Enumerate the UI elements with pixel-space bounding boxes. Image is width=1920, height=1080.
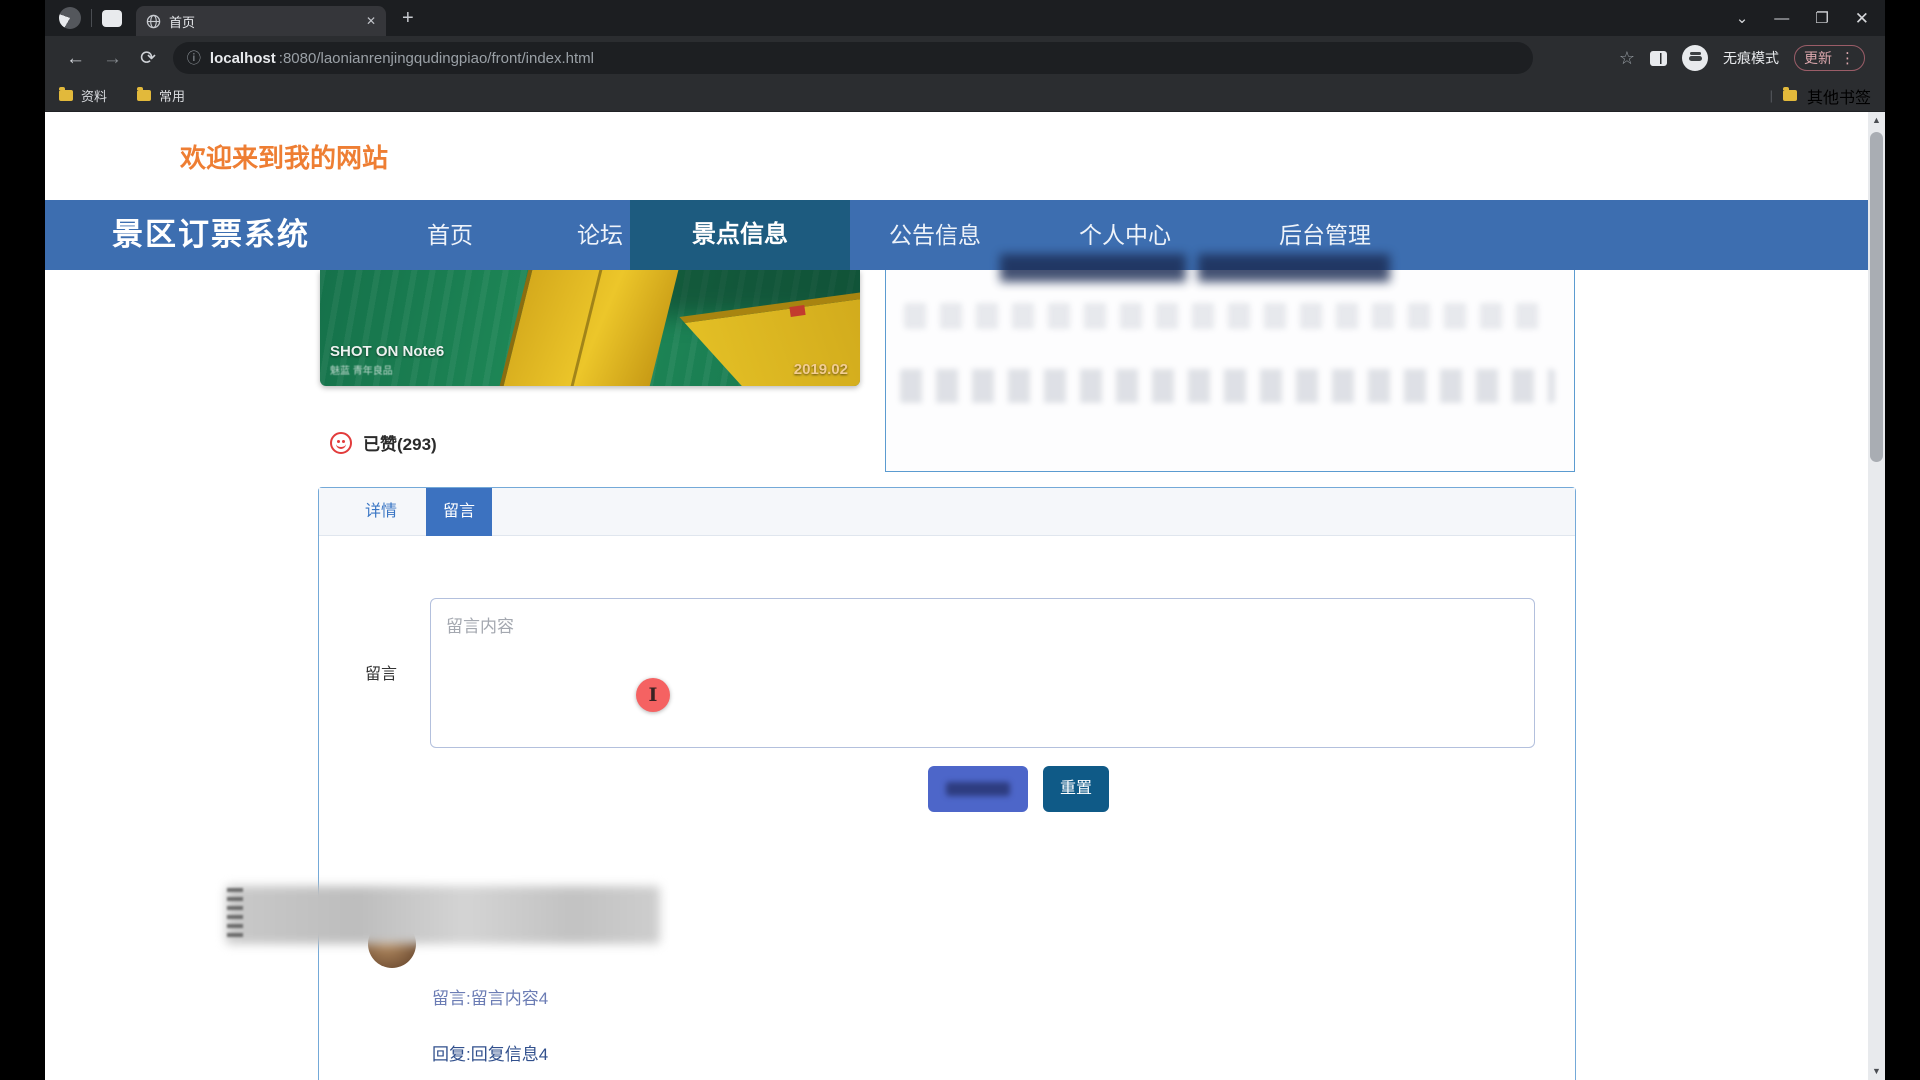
pinned-app-icon[interactable] bbox=[102, 10, 122, 27]
attraction-photo: SHOT ON Note6 魅蓝 青年良品 2019.02 bbox=[320, 270, 860, 386]
update-button[interactable]: 更新 ⋮ bbox=[1794, 45, 1865, 71]
address-bar[interactable]: ⓘ localhost:8080/laonianrenjingqudingpia… bbox=[173, 42, 1533, 74]
bookmark-label: 资料 bbox=[81, 86, 107, 105]
photo-date-stamp: 2019.02 bbox=[794, 361, 848, 378]
faded-text-row bbox=[904, 303, 1544, 329]
censored-comment-header bbox=[226, 886, 660, 944]
url-host: localhost bbox=[210, 50, 276, 67]
message-textarea[interactable] bbox=[430, 598, 1535, 748]
welcome-heading: 欢迎来到我的网站 bbox=[180, 138, 388, 175]
tab-favicon-globe-icon bbox=[146, 14, 161, 29]
incognito-label: 无痕模式 bbox=[1723, 48, 1779, 68]
detail-tabs-header: 详情 留言 bbox=[319, 488, 1575, 536]
photo-watermark: SHOT ON Note6 bbox=[330, 343, 444, 360]
bookmark-star-icon[interactable]: ☆ bbox=[1619, 48, 1635, 69]
comment-reply: 回复:回复信息4 bbox=[432, 1040, 548, 1065]
scroll-up-icon[interactable]: ▲ bbox=[1868, 112, 1885, 129]
smiley-like-icon[interactable] bbox=[330, 432, 352, 454]
scrollbar-thumb[interactable] bbox=[1870, 132, 1883, 462]
browser-logo-icon bbox=[59, 7, 81, 29]
minimize-icon[interactable]: — bbox=[1774, 11, 1789, 26]
yellow-boat bbox=[499, 270, 680, 386]
tab-details[interactable]: 详情 bbox=[341, 488, 421, 536]
submit-button-blurred[interactable] bbox=[928, 766, 1028, 812]
url-path: :8080/laonianrenjingqudingpiao/front/ind… bbox=[279, 50, 594, 67]
blurred-content-smudge bbox=[1198, 254, 1390, 282]
browser-toolbar: ← → ⟳ ⓘ localhost:8080/laonianrenjingqud… bbox=[45, 36, 1885, 80]
tab-close-icon[interactable]: ✕ bbox=[366, 14, 376, 28]
bookmark-label: 常用 bbox=[159, 86, 185, 105]
bookmark-item-ziliao[interactable]: 资料 bbox=[59, 86, 107, 105]
nav-item-announcements[interactable]: 公告信息 bbox=[870, 200, 1000, 270]
tab-search-chevron-icon[interactable]: ⌄ bbox=[1736, 11, 1749, 26]
censored-edge-marks bbox=[227, 888, 243, 938]
folder-icon bbox=[137, 90, 151, 101]
reset-button[interactable]: 重置 bbox=[1043, 766, 1109, 812]
back-icon[interactable]: ← bbox=[66, 49, 85, 68]
like-row[interactable]: 已赞(293) bbox=[330, 430, 437, 455]
faded-text-row bbox=[900, 369, 1555, 403]
folder-icon bbox=[1783, 90, 1797, 101]
photo-watermark-sub: 魅蓝 青年良品 bbox=[330, 362, 393, 377]
comment-message: 留言:留言内容4 bbox=[432, 984, 548, 1009]
blurred-button-label bbox=[946, 782, 1010, 796]
like-count-label: 已赞(293) bbox=[363, 430, 437, 455]
message-field-label: 留言 bbox=[365, 660, 397, 684]
split-view-icon[interactable] bbox=[1650, 51, 1667, 66]
new-tab-button[interactable]: + bbox=[402, 8, 414, 28]
browser-titlebar: 首页 ✕ + ⌄ — ❐ ✕ bbox=[45, 0, 1885, 36]
attraction-info-panel bbox=[885, 268, 1575, 472]
browser-window: 首页 ✕ + ⌄ — ❐ ✕ ← → ⟳ ⓘ localhost:8080/la… bbox=[45, 0, 1885, 112]
browser-tab[interactable]: 首页 ✕ bbox=[136, 6, 386, 36]
bookmarks-divider: | bbox=[1770, 88, 1773, 103]
incognito-icon bbox=[1682, 45, 1708, 71]
bookmarks-bar: 资料 常用 | 其他书签 bbox=[45, 80, 1885, 112]
window-controls: ⌄ — ❐ ✕ bbox=[1736, 10, 1875, 27]
titlebar-divider bbox=[91, 9, 92, 27]
more-menu-icon[interactable]: ⋮ bbox=[1840, 49, 1855, 67]
restore-icon[interactable]: ❐ bbox=[1815, 11, 1828, 26]
site-brand[interactable]: 景区订票系统 bbox=[112, 200, 310, 270]
tab-message-active[interactable]: 留言 bbox=[426, 488, 492, 536]
page-scrollbar[interactable]: ▲ ▼ bbox=[1868, 112, 1885, 1080]
site-navbar: 景区订票系统 首页 论坛 景点信息 公告信息 个人中心 后台管理 bbox=[45, 200, 1885, 270]
toolbar-right-cluster: ☆ 无痕模式 更新 ⋮ bbox=[1619, 45, 1873, 71]
nav-item-home[interactable]: 首页 bbox=[390, 200, 510, 270]
other-bookmarks[interactable]: | 其他书签 bbox=[1770, 84, 1871, 108]
forward-icon[interactable]: → bbox=[103, 49, 122, 68]
bookmark-item-changyong[interactable]: 常用 bbox=[137, 86, 185, 105]
cursor-highlight-icon: I bbox=[636, 678, 670, 712]
tab-title: 首页 bbox=[169, 12, 358, 31]
folder-icon bbox=[59, 90, 73, 101]
scroll-down-icon[interactable]: ▼ bbox=[1868, 1063, 1885, 1080]
update-label: 更新 bbox=[1804, 48, 1832, 68]
nav-item-attractions-active[interactable]: 景点信息 bbox=[630, 200, 850, 270]
other-bookmarks-label: 其他书签 bbox=[1807, 84, 1871, 108]
reload-icon[interactable]: ⟳ bbox=[140, 49, 156, 68]
close-icon[interactable]: ✕ bbox=[1855, 10, 1869, 27]
red-detail bbox=[789, 305, 805, 317]
screen: 首页 ✕ + ⌄ — ❐ ✕ ← → ⟳ ⓘ localhost:8080/la… bbox=[0, 0, 1920, 1080]
site-info-icon[interactable]: ⓘ bbox=[187, 48, 201, 68]
blurred-content-smudge bbox=[1000, 254, 1186, 282]
